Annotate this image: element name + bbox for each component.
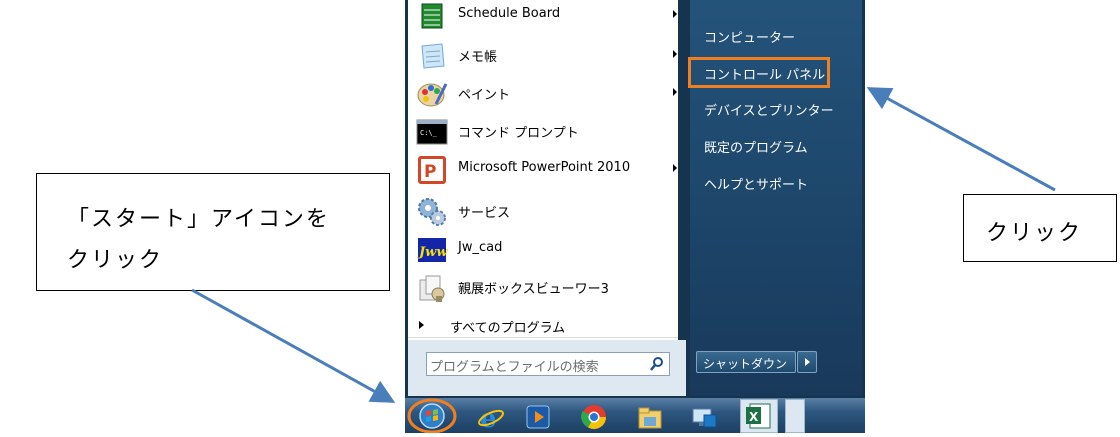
annotation-arrows xyxy=(191,87,1056,403)
arrow-to-start-button xyxy=(191,288,396,403)
arrow-to-control-panel xyxy=(866,87,1056,192)
